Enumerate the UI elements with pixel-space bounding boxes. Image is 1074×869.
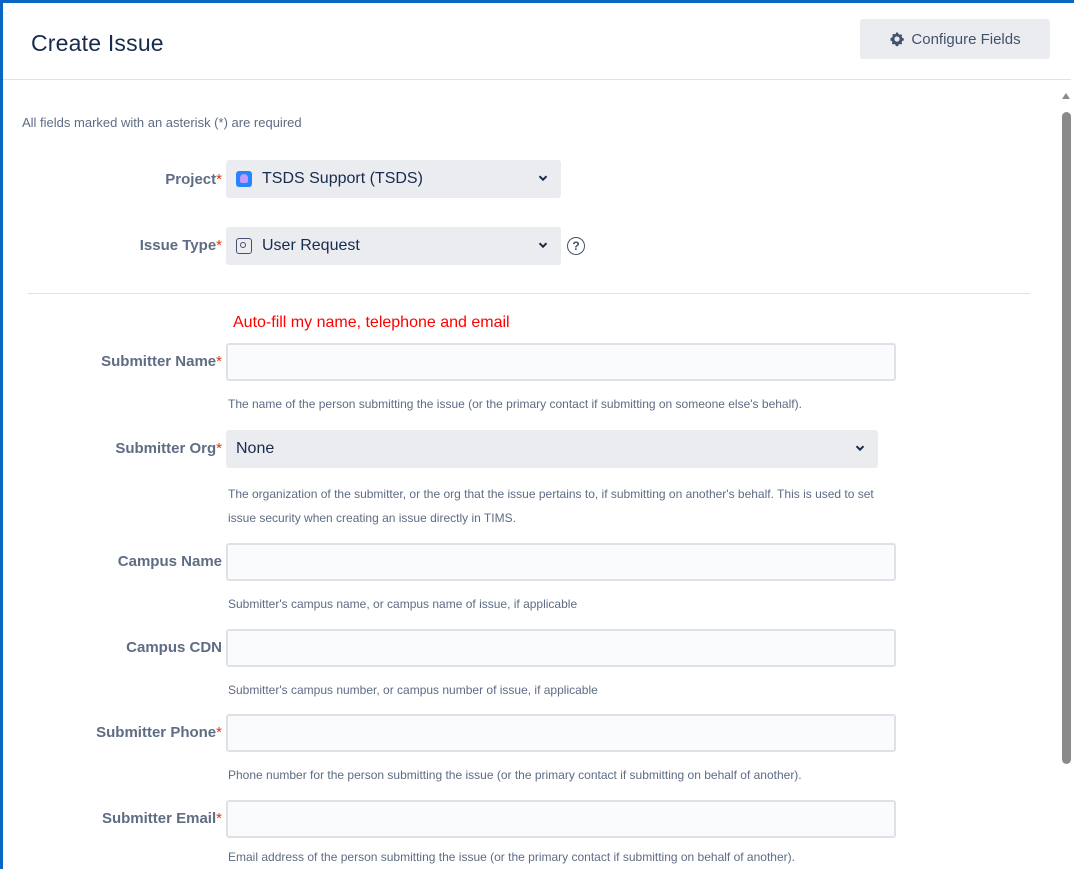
user-request-icon <box>236 238 252 254</box>
submitter-org-label: Submitter Org* <box>115 440 222 457</box>
chevron-down-icon <box>855 445 865 452</box>
campus-name-input[interactable] <box>226 543 896 581</box>
dialog-title: Create Issue <box>31 30 164 56</box>
submitter-name-label: Submitter Name* <box>101 353 222 370</box>
submitter-email-input[interactable] <box>226 800 896 838</box>
submitter-phone-description: Phone number for the person submitting t… <box>228 768 802 782</box>
submitter-phone-label: Submitter Phone* <box>96 724 222 741</box>
campus-cdn-label: Campus CDN <box>126 639 222 656</box>
dialog-header: Create Issue Configure Fields <box>3 3 1071 80</box>
submitter-org-description: The organization of the submitter, or th… <box>228 487 874 525</box>
submitter-name-input[interactable] <box>226 343 896 381</box>
campus-name-description: Submitter's campus name, or campus name … <box>228 597 578 611</box>
submitter-org-select[interactable]: None <box>226 430 878 468</box>
chevron-down-icon <box>538 175 548 182</box>
submitter-phone-input[interactable] <box>226 714 896 752</box>
campus-cdn-input[interactable] <box>226 629 896 667</box>
project-label: Project* <box>165 171 222 188</box>
issue-type-select[interactable]: User Request <box>226 227 561 265</box>
project-value: TSDS Support (TSDS) <box>262 170 423 187</box>
chevron-down-icon <box>538 242 548 249</box>
help-icon[interactable]: ? <box>567 237 585 255</box>
autofill-link[interactable]: Auto-fill my name, telephone and email <box>233 314 510 332</box>
scroll-up-arrow-icon[interactable] <box>1062 93 1070 99</box>
submitter-email-label: Submitter Email* <box>101 810 222 827</box>
scrollbar-thumb[interactable] <box>1062 112 1071 764</box>
configure-fields-label: Configure Fields <box>911 30 1021 48</box>
configure-fields-button[interactable]: Configure Fields <box>860 19 1050 59</box>
issue-type-label: Issue Type* <box>139 237 222 254</box>
submitter-email-description: Email address of the person submitting t… <box>228 850 795 864</box>
required-note: All fields marked with an asterisk (*) a… <box>22 115 302 130</box>
project-select[interactable]: TSDS Support (TSDS) <box>226 160 561 198</box>
campus-cdn-description: Submitter's campus number, or campus num… <box>228 683 598 697</box>
issue-type-value: User Request <box>262 237 360 254</box>
submitter-name-description: The name of the person submitting the is… <box>228 397 802 411</box>
submitter-org-value: None <box>236 440 275 457</box>
campus-name-label: Campus Name <box>117 553 222 570</box>
section-divider <box>28 293 1030 294</box>
gear-icon <box>890 32 905 47</box>
project-avatar-icon <box>236 171 252 187</box>
